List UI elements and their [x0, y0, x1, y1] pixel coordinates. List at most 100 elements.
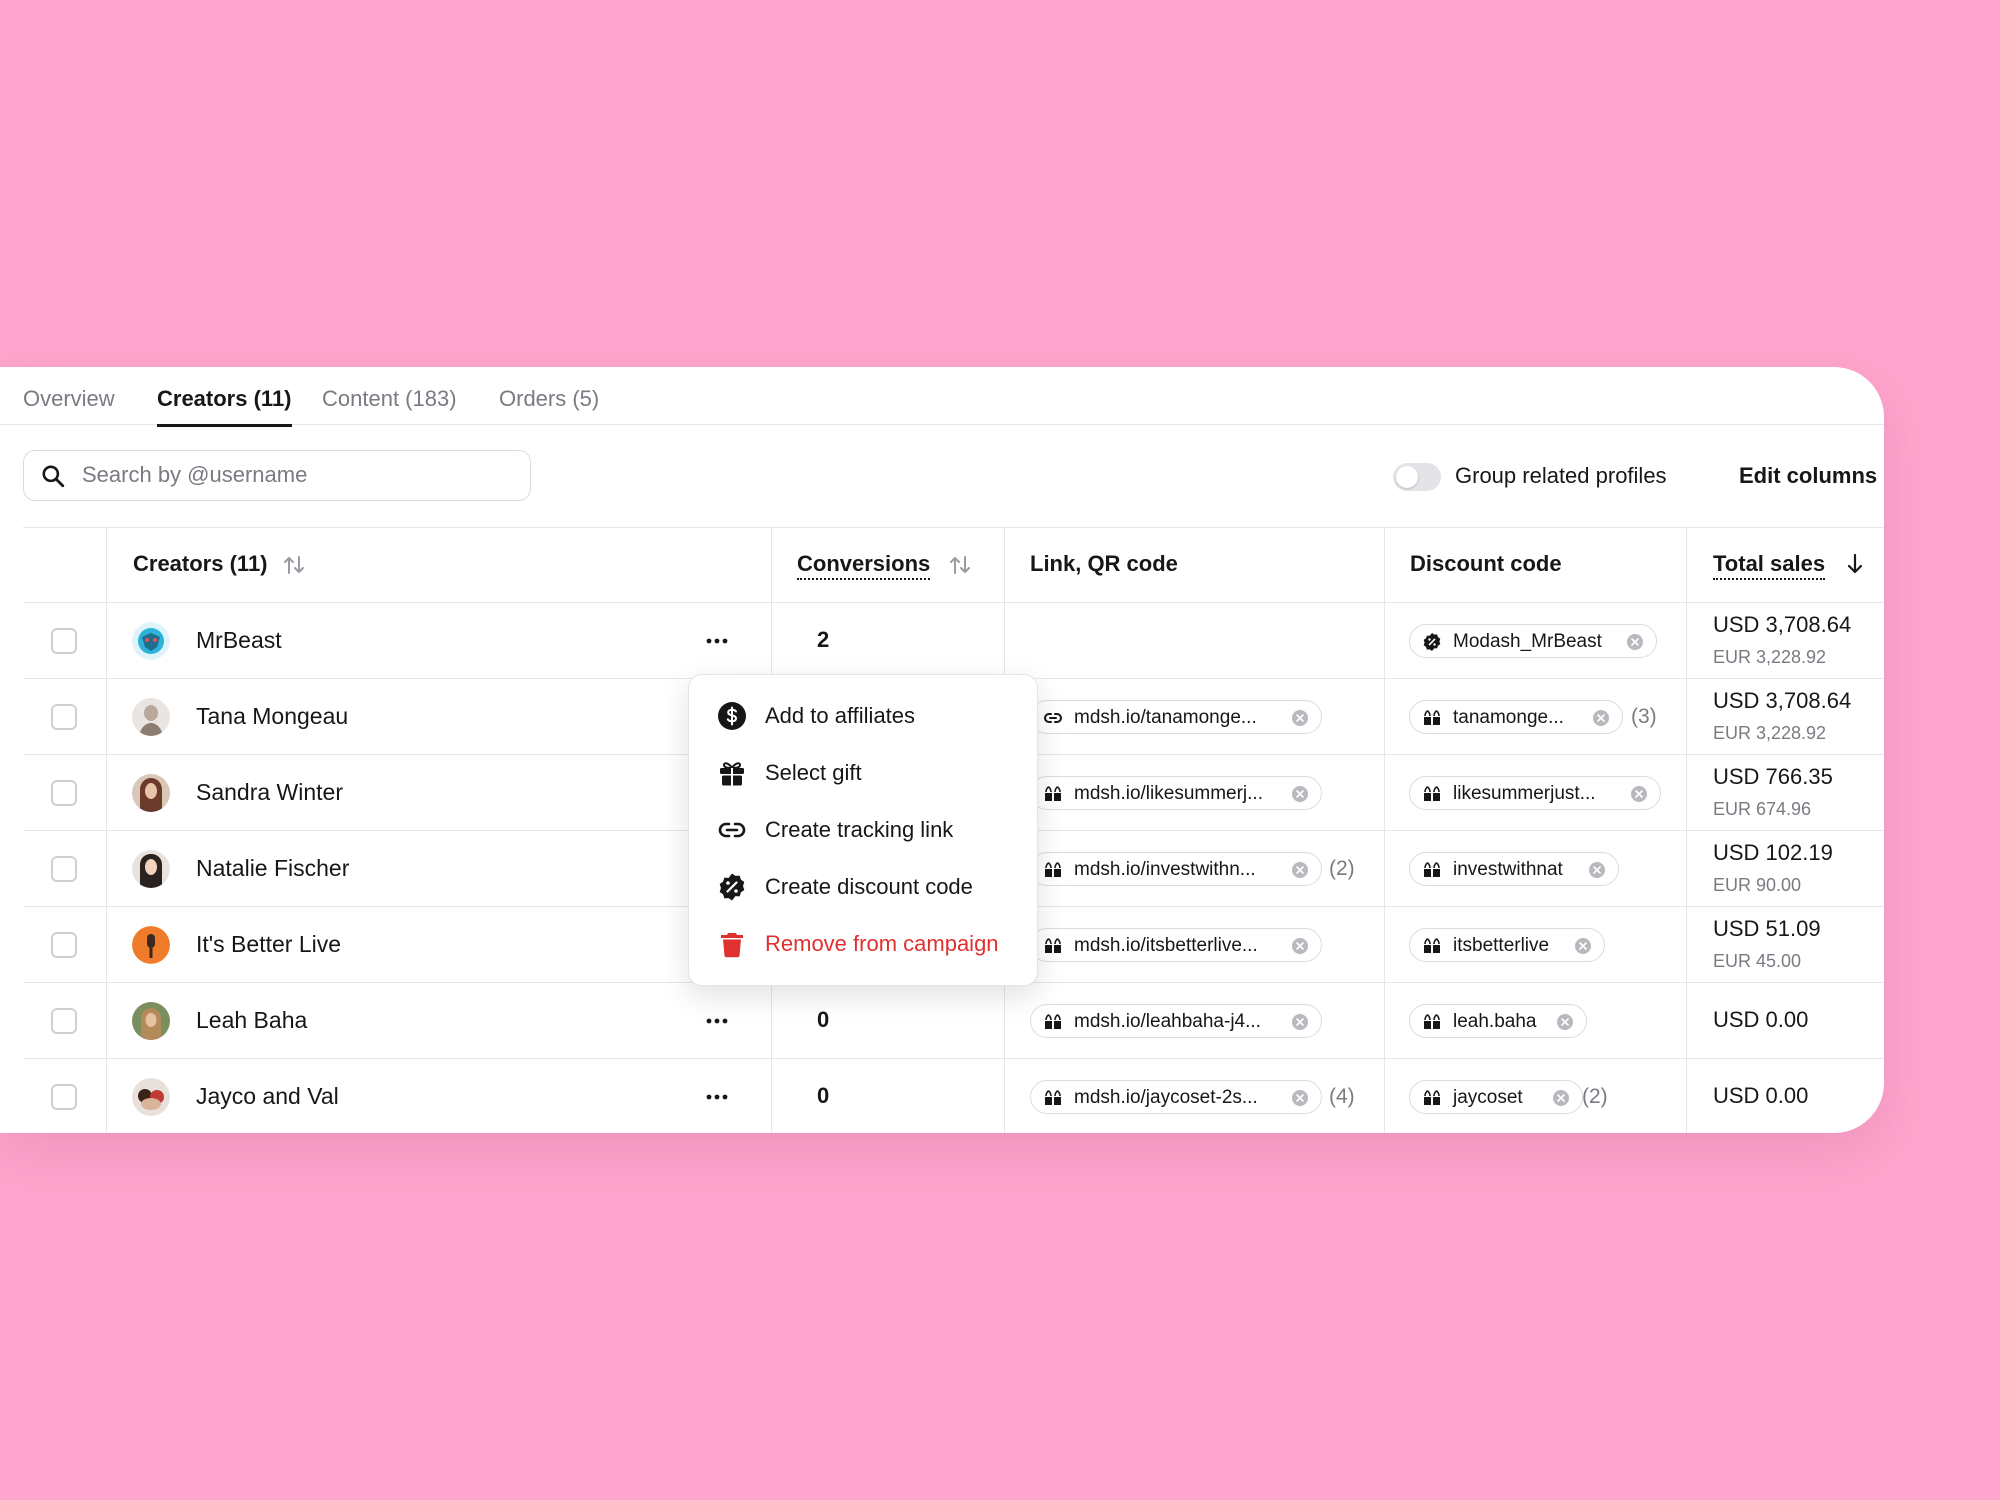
- conversions-value: 2: [817, 627, 830, 652]
- avatar: [132, 926, 170, 964]
- tracking-link-pill[interactable]: mdsh.io/itsbetterlive...: [1030, 928, 1322, 962]
- discount-count[interactable]: (3): [1631, 705, 1657, 729]
- menu-item-label: Remove from campaign: [765, 931, 999, 956]
- link-count[interactable]: (4): [1329, 1085, 1355, 1109]
- column-header-creators[interactable]: Creators (11): [133, 551, 268, 577]
- shopify-icon: [1045, 938, 1061, 953]
- sort-icon[interactable]: [282, 554, 306, 576]
- table-row[interactable]: MrBeast 2 Modash_MrBeast USD 3,708.64 EU…: [0, 603, 1884, 679]
- search-box[interactable]: [23, 450, 531, 501]
- tab-creators[interactable]: Creators (11): [157, 386, 292, 427]
- menu-item-create-discount-code[interactable]: Create discount code: [689, 860, 1037, 912]
- tracking-link-pill[interactable]: mdsh.io/investwithn...: [1030, 852, 1322, 886]
- column-header-discount: Discount code: [1410, 551, 1562, 576]
- toggle-knob: [1396, 466, 1418, 488]
- row-checkbox[interactable]: [51, 704, 77, 730]
- creator-name[interactable]: Natalie Fischer: [196, 855, 349, 882]
- row-checkbox[interactable]: [51, 856, 77, 882]
- creator-name[interactable]: Tana Mongeau: [196, 703, 348, 730]
- shopify-icon: [1045, 862, 1061, 877]
- row-checkbox[interactable]: [51, 628, 77, 654]
- conversions-value: 0: [817, 1007, 830, 1032]
- tracking-link-pill[interactable]: mdsh.io/likesummerj...: [1030, 776, 1322, 810]
- remove-icon[interactable]: [1626, 633, 1644, 651]
- avatar: [132, 850, 170, 888]
- row-checkbox[interactable]: [51, 932, 77, 958]
- tracking-link-text: mdsh.io/likesummerj...: [1074, 783, 1263, 804]
- remove-icon[interactable]: [1291, 861, 1309, 879]
- discount-code-pill[interactable]: investwithnat: [1409, 852, 1619, 886]
- tab-orders[interactable]: Orders (5): [499, 386, 599, 424]
- remove-icon[interactable]: [1592, 709, 1610, 727]
- remove-icon[interactable]: [1588, 861, 1606, 879]
- discount-badge-icon: [719, 873, 745, 901]
- shopify-icon: [1045, 1090, 1061, 1105]
- sales-usd: USD 3,708.64: [1713, 688, 1852, 713]
- table-row[interactable]: Jayco and Val 0 mdsh.io/jaycoset-2s... (…: [0, 1059, 1884, 1133]
- arrow-down-icon[interactable]: [1844, 552, 1866, 576]
- sales-usd: USD 0.00: [1713, 1083, 1809, 1108]
- discount-code-text: likesummerjust...: [1453, 783, 1596, 804]
- avatar: [132, 622, 170, 660]
- remove-icon[interactable]: [1291, 1089, 1309, 1107]
- creator-name[interactable]: It's Better Live: [196, 931, 341, 958]
- menu-item-create-tracking-link[interactable]: Create tracking link: [689, 803, 1037, 855]
- remove-icon[interactable]: [1630, 785, 1648, 803]
- tab-bar: Overview Creators (11) Content (183) Ord…: [0, 367, 1884, 427]
- remove-icon[interactable]: [1291, 709, 1309, 727]
- sort-icon[interactable]: [948, 554, 972, 576]
- discount-count[interactable]: (2): [1582, 1085, 1608, 1109]
- discount-code-pill[interactable]: leah.baha: [1409, 1004, 1587, 1038]
- row-checkbox[interactable]: [51, 1008, 77, 1034]
- discount-code-pill[interactable]: jaycoset: [1409, 1080, 1583, 1114]
- group-profiles-label: Group related profiles: [1455, 463, 1667, 488]
- table-row[interactable]: Leah Baha 0 mdsh.io/leahbaha-j4... leah.…: [0, 983, 1884, 1059]
- discount-code-pill[interactable]: tanamonge...: [1409, 700, 1623, 734]
- shopify-icon: [1424, 710, 1440, 725]
- sales-eur: EUR 45.00: [1713, 951, 1802, 971]
- search-input[interactable]: [82, 459, 512, 491]
- sales-eur: EUR 674.96: [1713, 799, 1812, 819]
- creator-name[interactable]: MrBeast: [196, 627, 282, 654]
- row-checkbox[interactable]: [51, 1084, 77, 1110]
- group-profiles-toggle[interactable]: [1393, 463, 1441, 491]
- more-options-icon[interactable]: [703, 1087, 731, 1107]
- tab-overview[interactable]: Overview: [23, 386, 115, 424]
- discount-code-text: tanamonge...: [1453, 707, 1564, 728]
- row-checkbox[interactable]: [51, 780, 77, 806]
- creator-name[interactable]: Leah Baha: [196, 1007, 307, 1034]
- discount-code-text: jaycoset: [1453, 1087, 1523, 1108]
- column-header-conversions[interactable]: Conversions: [797, 551, 931, 580]
- sales-eur: EUR 3,228.92: [1713, 647, 1827, 667]
- shopify-icon: [1424, 1014, 1440, 1029]
- tracking-link-pill[interactable]: mdsh.io/tanamonge...: [1030, 700, 1322, 734]
- more-options-icon[interactable]: [703, 1011, 731, 1031]
- remove-icon[interactable]: [1291, 785, 1309, 803]
- gift-icon: [720, 762, 744, 786]
- trash-icon: [721, 933, 743, 958]
- remove-icon[interactable]: [1556, 1013, 1574, 1031]
- remove-icon[interactable]: [1291, 937, 1309, 955]
- more-options-icon[interactable]: [703, 631, 731, 651]
- creator-name[interactable]: Sandra Winter: [196, 779, 343, 806]
- creator-name[interactable]: Jayco and Val: [196, 1083, 339, 1110]
- menu-item-remove-from-campaign[interactable]: Remove from campaign: [689, 917, 1037, 969]
- tracking-link-pill[interactable]: mdsh.io/leahbaha-j4...: [1030, 1004, 1322, 1038]
- link-icon: [718, 822, 746, 838]
- discount-code-text: leah.baha: [1453, 1011, 1537, 1032]
- remove-icon[interactable]: [1574, 937, 1592, 955]
- column-header-total-sales[interactable]: Total sales: [1713, 551, 1826, 580]
- remove-icon[interactable]: [1291, 1013, 1309, 1031]
- conversions-value: 0: [817, 1083, 830, 1108]
- tab-content[interactable]: Content (183): [322, 386, 457, 424]
- menu-item-add-to-affiliates[interactable]: Add to affiliates: [689, 689, 1037, 741]
- discount-code-pill[interactable]: Modash_MrBeast: [1409, 624, 1657, 658]
- discount-code-pill[interactable]: itsbetterlive: [1409, 928, 1605, 962]
- sales-usd: USD 3,708.64: [1713, 612, 1852, 637]
- remove-icon[interactable]: [1552, 1089, 1570, 1107]
- discount-code-pill[interactable]: likesummerjust...: [1409, 776, 1661, 810]
- tracking-link-pill[interactable]: mdsh.io/jaycoset-2s...: [1030, 1080, 1322, 1114]
- edit-columns-button[interactable]: Edit columns: [1739, 463, 1877, 489]
- menu-item-select-gift[interactable]: Select gift: [689, 746, 1037, 798]
- link-count[interactable]: (2): [1329, 857, 1355, 881]
